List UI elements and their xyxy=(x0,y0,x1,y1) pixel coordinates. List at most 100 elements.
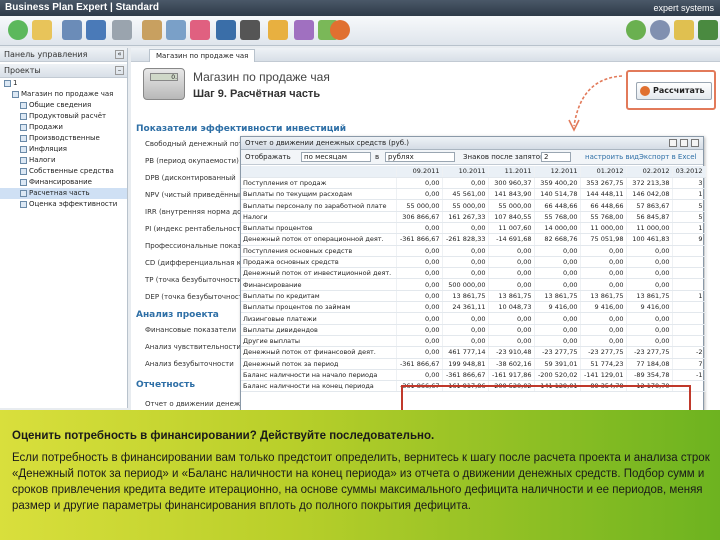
table-row: Выплаты процентов по займам 0,00 24 361,11… xyxy=(241,301,706,314)
table-cell: 56 845,87 xyxy=(626,211,673,223)
efficiency-item[interactable]: NPV (чистый приведённый xyxy=(145,191,244,199)
tree-item[interactable]: Расчетная часть xyxy=(0,188,127,199)
tab-project[interactable]: Магазин по продаже чая xyxy=(149,49,256,62)
table-cell: -361 866,67 xyxy=(396,233,443,246)
table-row: Налоги 306 866,67 161 267,33 107 840,55 55 7… xyxy=(241,211,706,223)
row-label: Поступления от продаж xyxy=(241,177,397,190)
table-cell: 13 861,75 xyxy=(580,290,627,303)
table-cell: 500 000,00 xyxy=(442,278,489,291)
analysis-item[interactable]: Анализ чувствительности xyxy=(145,343,241,351)
tree-node-icon xyxy=(20,178,27,186)
minimize-icon[interactable] xyxy=(669,139,677,147)
table-cell: 82 668,76 xyxy=(534,233,581,246)
step-title: Шаг 9. Расчётная часть xyxy=(193,88,321,100)
tree-item[interactable]: Продажи xyxy=(0,122,127,133)
table-cell: 0,00 xyxy=(396,245,443,257)
section-efficiency[interactable]: Показатели эффективности инвестиций xyxy=(136,124,346,134)
efficiency-item[interactable]: DPB (дисконтированный xyxy=(145,174,236,182)
tree-item[interactable]: Инфляция xyxy=(0,144,127,155)
column-header: 01.2012 xyxy=(580,166,627,178)
table-cell: 140 514,78 xyxy=(534,188,581,201)
table-row: Другие выплаты 0,00 0,00 0,00 0,00 0,00 0,00 xyxy=(241,335,706,348)
table-body: Поступления от продаж 0,00 0,00 300 960,37 3… xyxy=(241,177,706,393)
table-cell: -361 866,67 xyxy=(442,369,489,382)
close-icon[interactable] xyxy=(691,139,699,147)
tree-item[interactable]: 1 xyxy=(0,78,127,89)
table-cell: 55 000,00 xyxy=(488,199,535,212)
brand-logo: expert systems xyxy=(653,3,714,13)
copy-icon[interactable] xyxy=(62,20,82,40)
users-icon[interactable] xyxy=(626,20,646,40)
table-cell: 66 448,66 xyxy=(534,199,581,212)
efficiency-item[interactable]: TP (точка безубыточности xyxy=(145,276,242,284)
section-reports[interactable]: Отчетность xyxy=(136,380,195,390)
report-icon[interactable] xyxy=(142,20,162,40)
edit-view-link[interactable]: настроить вид xyxy=(585,153,639,161)
table-row: Выплаты процентов 0,00 0,00 11 007,60 14 000… xyxy=(241,222,706,235)
save-icon[interactable] xyxy=(86,20,106,40)
tree-item[interactable]: Финансирование xyxy=(0,177,127,188)
table-cell: 0,00 xyxy=(396,222,443,235)
tree-item[interactable]: Магазин по продаже чая xyxy=(0,89,127,100)
tree-item[interactable]: Собственные средства xyxy=(0,166,127,177)
period-select[interactable]: по месяцам xyxy=(301,152,371,162)
table-cell: -161 917,86 xyxy=(488,369,535,382)
tree-node-icon xyxy=(20,134,27,142)
row-label: Выплаты по текущим расходам xyxy=(241,188,397,201)
tree-item[interactable]: Продуктовый расчёт xyxy=(0,111,127,122)
table-cell: 0,00 xyxy=(626,312,673,325)
project-evaluation-icon[interactable] xyxy=(240,20,260,40)
table-cell: 1 xyxy=(672,188,706,201)
tree-item[interactable]: Производственные xyxy=(0,133,127,144)
column-header: 03.2012 xyxy=(672,166,706,178)
play-icon[interactable] xyxy=(330,20,350,40)
tree-item[interactable]: Оценка эффективности xyxy=(0,199,127,210)
export-excel-link[interactable]: Экспорт в Excel xyxy=(639,153,696,161)
open-folder-icon[interactable] xyxy=(32,20,52,40)
table-cell: -14 691,68 xyxy=(488,233,535,246)
question-icon[interactable] xyxy=(650,20,670,40)
table-cell: 0,00 xyxy=(488,324,535,336)
analysis-item[interactable]: Финансовые показатели xyxy=(145,326,236,334)
table-cell xyxy=(672,312,706,325)
table-cell: 0,00 xyxy=(488,245,535,257)
maximize-icon[interactable] xyxy=(680,139,688,147)
collapse-projects-icon[interactable]: – xyxy=(115,66,124,75)
stats-icon[interactable] xyxy=(698,20,718,40)
delete-icon[interactable] xyxy=(112,20,132,40)
collapse-icon[interactable]: « xyxy=(115,50,124,59)
section-analysis[interactable]: Анализ проекта xyxy=(136,310,219,320)
edit-icon[interactable] xyxy=(674,20,694,40)
tree-item[interactable]: Налоги xyxy=(0,155,127,166)
table-cell: 9 xyxy=(672,233,706,246)
table-cell: 0,00 xyxy=(626,256,673,269)
column-header: 11.2011 xyxy=(488,166,535,178)
units-select[interactable]: рублях xyxy=(385,152,455,162)
report-filter-bar: Отображать по месяцам в рублях Знаков по… xyxy=(241,150,703,165)
tree-node-icon xyxy=(12,90,19,98)
table-row: Выплаты по текущим расходам 0,00 45 561,00… xyxy=(241,188,706,201)
table-cell: 161 267,33 xyxy=(442,211,489,223)
chart-icon[interactable] xyxy=(190,20,210,40)
table-cell: 0,00 xyxy=(396,335,443,348)
analysis-item[interactable]: Анализ безубыточности xyxy=(145,360,234,368)
tree-item[interactable]: Общие сведения xyxy=(0,100,127,111)
efficiency-item[interactable]: PI (индекс рентабельности xyxy=(145,225,245,233)
table-cell: 100 461,83 xyxy=(626,233,673,246)
row-label: Налоги xyxy=(241,211,397,223)
table-cell: 0,00 xyxy=(488,256,535,269)
roi-icon[interactable] xyxy=(216,20,236,40)
calculator-icon[interactable] xyxy=(166,20,186,40)
column-header: 12.2011 xyxy=(534,166,581,178)
table-cell: 5 xyxy=(672,211,706,223)
efficiency-item[interactable]: Свободный денежный поток xyxy=(145,140,251,148)
add-icon[interactable] xyxy=(8,20,28,40)
efficiency-item[interactable]: DEP (точка безубыточности xyxy=(145,293,247,301)
settings-icon[interactable] xyxy=(294,20,314,40)
export-icon[interactable] xyxy=(268,20,288,40)
decimals-select[interactable]: 2 xyxy=(541,152,571,162)
efficiency-item[interactable]: IRR (внутренняя норма дох. xyxy=(145,208,248,216)
efficiency-item[interactable]: PB (период окупаемости) xyxy=(145,157,239,165)
calculate-button[interactable]: Рассчитать xyxy=(636,82,712,100)
table-cell xyxy=(672,278,706,291)
